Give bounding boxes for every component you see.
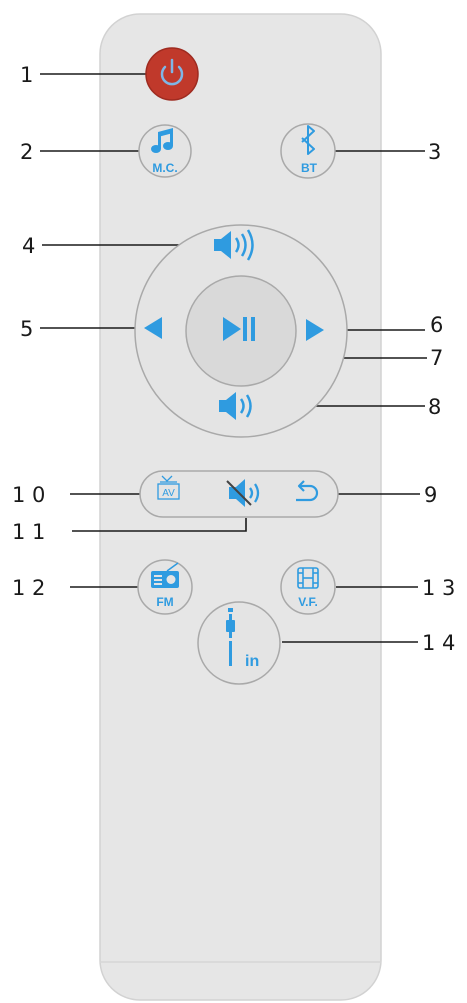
play-pause-button[interactable] <box>185 275 297 387</box>
callout-10: 1 0 <box>12 483 45 507</box>
vf-button[interactable]: V.F. <box>280 559 336 615</box>
prev-button[interactable] <box>140 312 170 346</box>
bt-label: BT <box>301 161 318 175</box>
callout-5: 5 <box>20 317 33 341</box>
fm-label: FM <box>156 595 173 609</box>
callout-4: 4 <box>22 234 35 258</box>
callout-11: 1 1 <box>12 520 45 544</box>
mute-button[interactable] <box>220 476 268 514</box>
mc-label: M.C. <box>152 161 177 175</box>
back-button[interactable] <box>288 476 330 514</box>
callout-14: 1 4 <box>422 631 455 655</box>
callout-2: 2 <box>20 140 33 164</box>
callout-8: 8 <box>428 395 441 419</box>
volume-up-button[interactable] <box>205 228 277 264</box>
vf-label: V.F. <box>298 595 318 609</box>
av-label: AV <box>162 488 175 499</box>
callout-12: 1 2 <box>12 576 45 600</box>
mc-button[interactable]: M.C. <box>138 124 192 178</box>
volume-down-button[interactable] <box>210 388 270 424</box>
power-button[interactable] <box>145 47 199 101</box>
bt-button[interactable]: BT <box>280 123 336 179</box>
line-in-button[interactable]: in <box>197 601 281 685</box>
callout-3: 3 <box>428 140 441 164</box>
callout-1: 1 <box>20 63 33 87</box>
callout-9: 9 <box>424 483 437 507</box>
remote-diagram: 1 2 3 4 5 6 7 8 9 1 0 1 1 1 2 1 3 1 4 M.… <box>12 13 455 1001</box>
av-button[interactable]: AV <box>146 474 198 514</box>
callout-13: 1 3 <box>422 576 455 600</box>
callout-7: 7 <box>430 346 443 370</box>
next-button[interactable] <box>300 312 334 348</box>
callout-6: 6 <box>430 313 443 337</box>
fm-button[interactable]: FM <box>137 559 193 615</box>
line-in-label: in <box>245 653 259 670</box>
